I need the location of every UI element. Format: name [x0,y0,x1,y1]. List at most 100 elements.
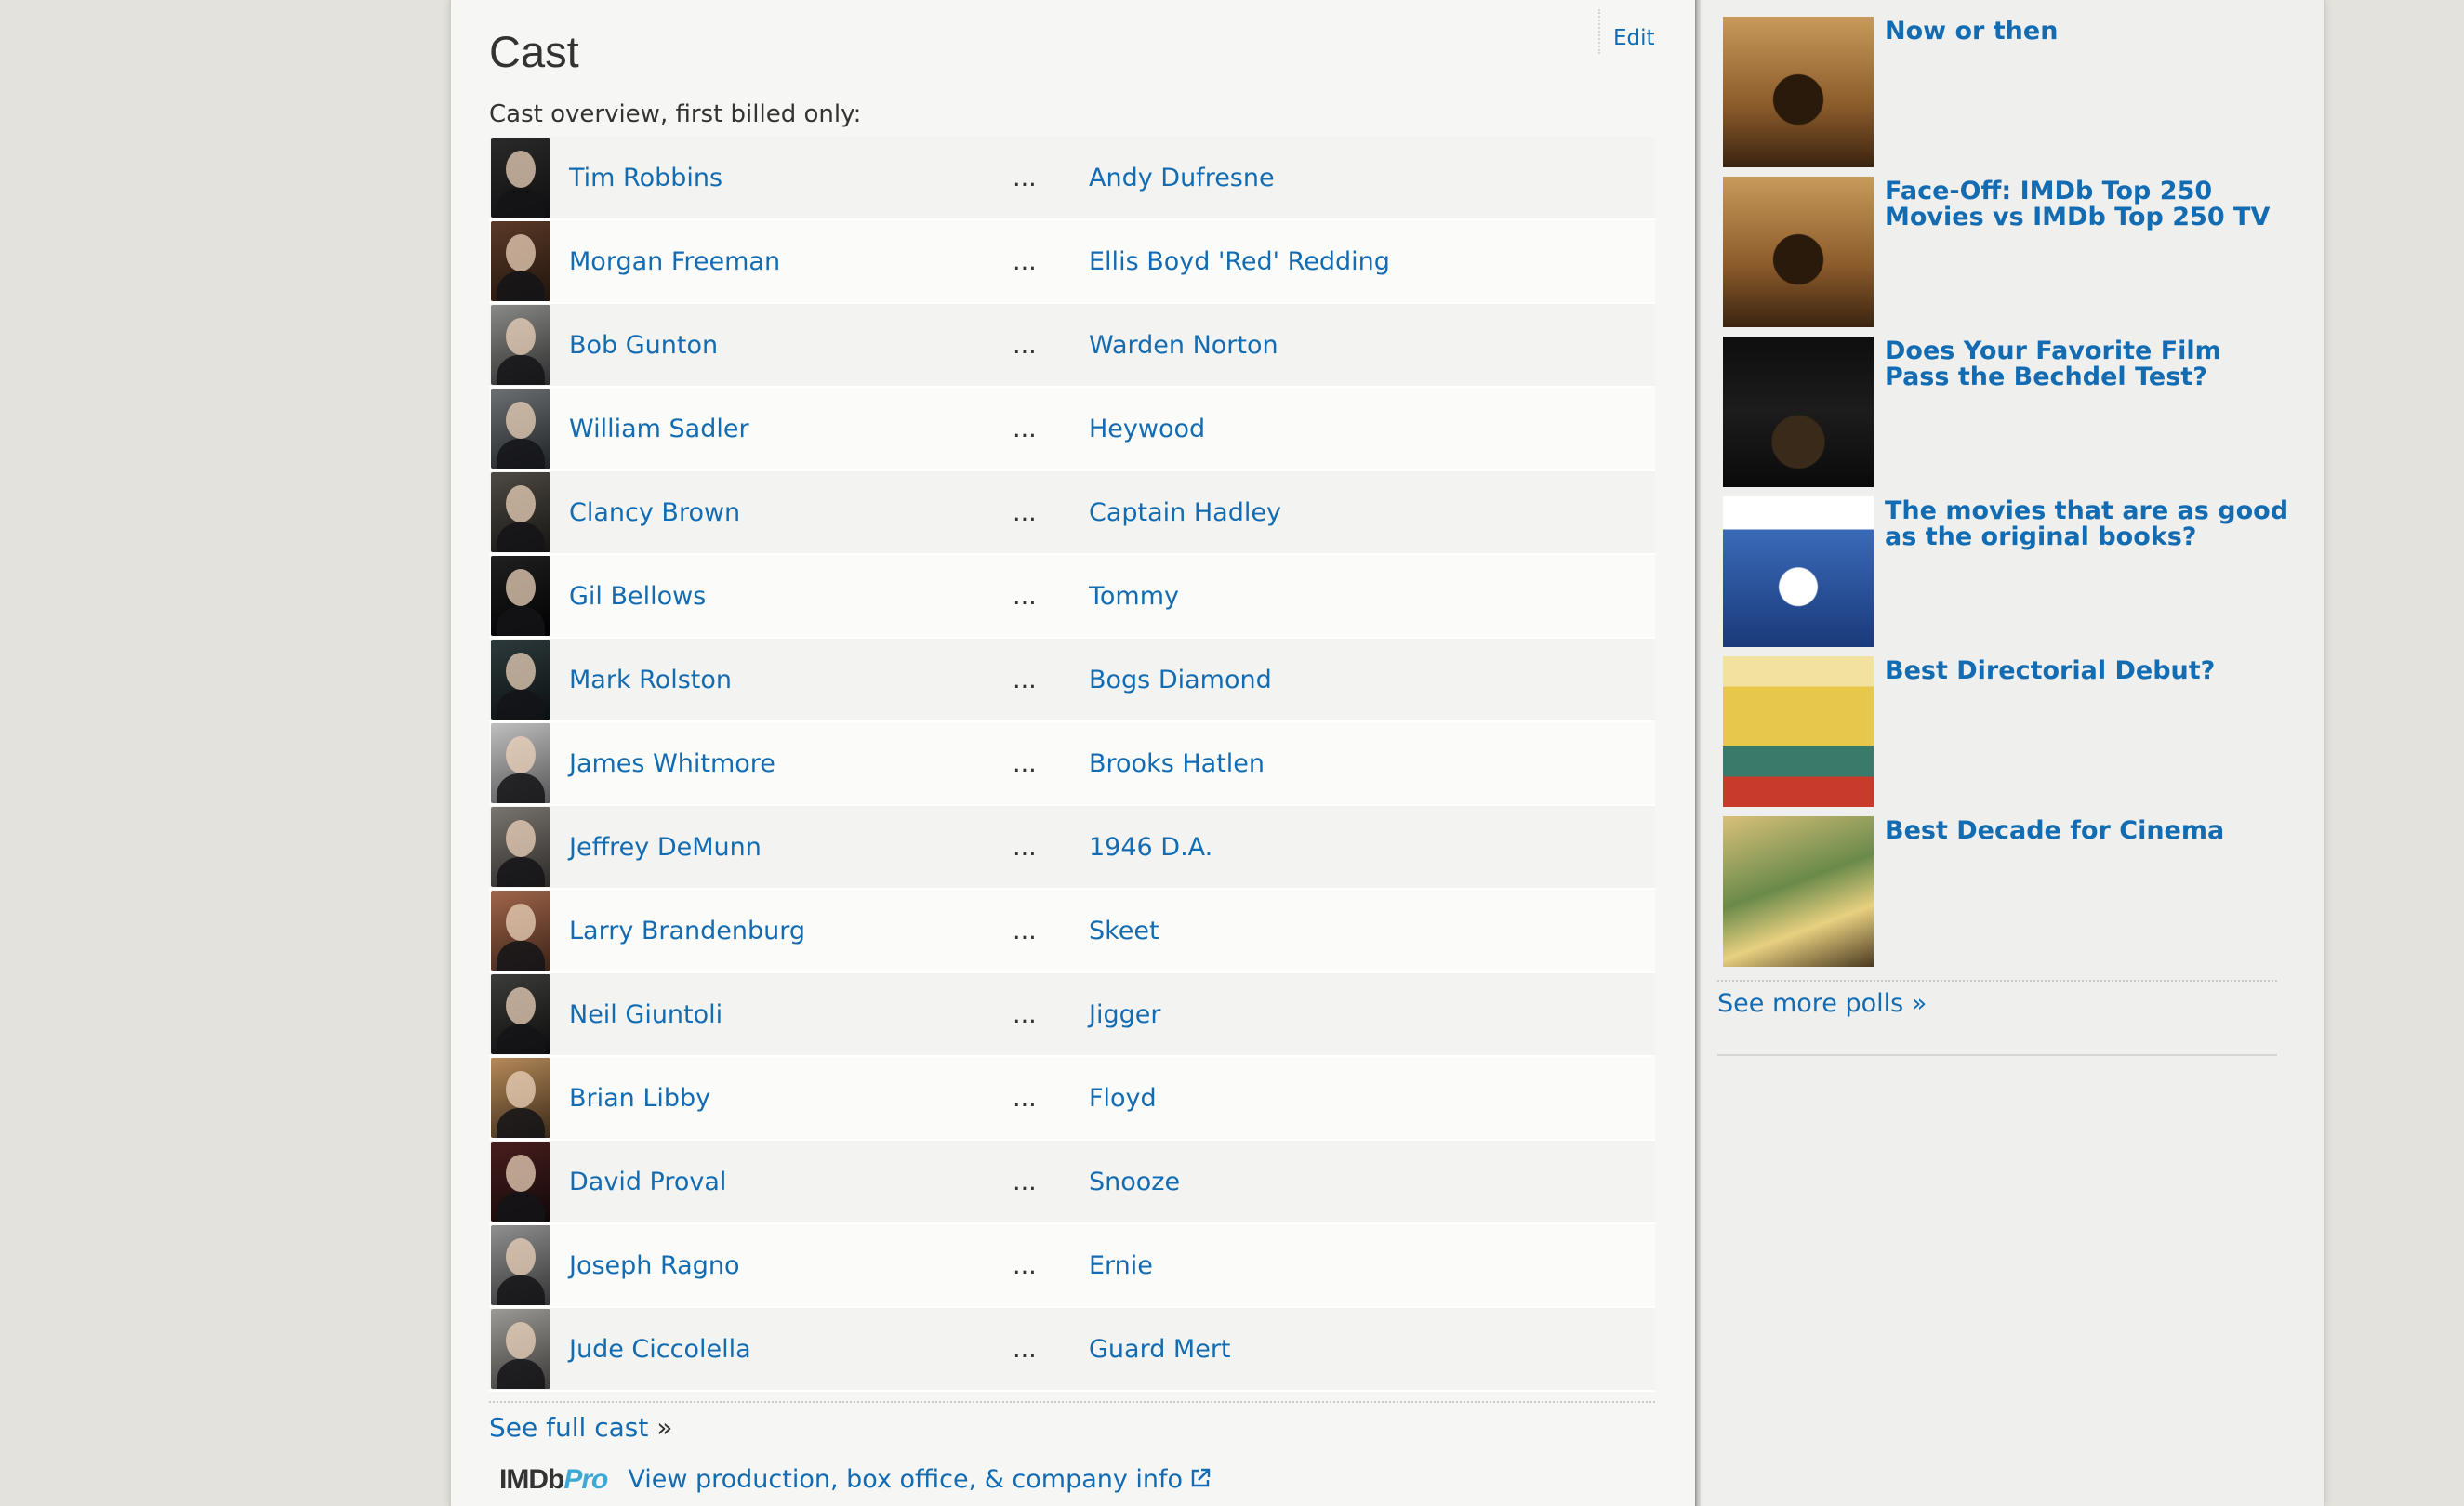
actor-name-link[interactable]: Morgan Freeman [569,247,780,276]
person-icon [506,234,536,271]
person-icon [506,1155,536,1192]
character-name-link[interactable]: Floyd [1089,1084,1157,1113]
actor-name-link[interactable]: Tim Robbins [569,164,722,192]
actor-photo[interactable] [491,723,550,803]
actor-name-link[interactable]: Larry Brandenburg [569,917,805,945]
cast-separator-text: ... [1013,1334,1037,1364]
cast-row: William Sadler... Heywood [489,388,1655,471]
actor-photo[interactable] [491,807,550,887]
actor-name-link[interactable]: Jude Ciccolella [569,1335,751,1364]
external-link-icon [1190,1466,1211,1495]
movie-poster-icon[interactable] [1723,337,1874,487]
person-icon [506,736,536,773]
cast-separator-text: ... [1013,832,1037,862]
person-icon [506,569,536,606]
actor-name-link[interactable]: Neil Giuntoli [569,1000,722,1029]
cast-separator-text: ... [1013,748,1037,778]
poll-item: Best Decade for Cinema [1723,816,2299,972]
movie-poster-icon[interactable] [1723,177,1874,327]
actor-photo[interactable] [491,138,550,218]
actor-photo[interactable] [491,1225,550,1305]
cast-row: James Whitmore... Brooks Hatlen [489,722,1655,806]
cast-subtitle: Cast overview, first billed only: [489,100,862,128]
cast-separator-text: ... [1013,1250,1037,1280]
poll-title-link[interactable]: Best Decade for Cinema [1885,818,2294,844]
sidebar-bottom-divider [1717,1054,2277,1056]
character-name-link[interactable]: Skeet [1089,917,1159,945]
actor-name-link[interactable]: Jeffrey DeMunn [569,833,762,862]
actor-photo[interactable] [491,305,550,385]
poll-title-link[interactable]: Now or then [1885,19,2294,45]
actor-photo[interactable] [491,1309,550,1389]
cast-row: Mark Rolston... Bogs Diamond [489,639,1655,722]
person-icon [506,318,536,355]
poll-title-link[interactable]: Does Your Favorite Film Pass the Bechdel… [1885,338,2294,390]
actor-name-link[interactable]: James Whitmore [569,749,775,778]
actor-photo[interactable] [491,640,550,720]
cast-row: Joseph Ragno... Ernie [489,1224,1655,1308]
character-name-link[interactable]: 1946 D.A. [1089,833,1212,862]
cast-row: Bob Gunton... Warden Norton [489,304,1655,388]
cast-heading: Cast [489,27,579,76]
edit-link[interactable]: Edit [1598,9,1655,54]
cast-separator-text: ... [1013,163,1037,192]
actor-name-link[interactable]: Clancy Brown [569,498,740,527]
actor-photo[interactable] [491,221,550,301]
actor-photo[interactable] [491,891,550,971]
imdbpro-link-label: View production, box office, & company i… [628,1465,1184,1494]
poll-item: The movies that are as good as the origi… [1723,496,2299,653]
person-icon [506,402,536,439]
person-icon [506,1322,536,1359]
character-name-link[interactable]: Snooze [1089,1168,1180,1196]
cast-separator-text: ... [1013,1083,1037,1113]
character-name-link[interactable]: Jigger [1089,1000,1160,1029]
actor-name-link[interactable]: Bob Gunton [569,331,718,360]
see-full-cast: See full cast » [489,1412,672,1443]
cast-row: Neil Giuntoli... Jigger [489,973,1655,1057]
cast-row: Jeffrey DeMunn... 1946 D.A. [489,806,1655,890]
actor-name-link[interactable]: David Proval [569,1168,726,1196]
poll-title-link[interactable]: The movies that are as good as the origi… [1885,498,2294,550]
character-name-link[interactable]: Brooks Hatlen [1089,749,1265,778]
cast-separator-text: ... [1013,1167,1037,1196]
actor-photo[interactable] [491,974,550,1054]
person-icon [506,820,536,857]
cast-separator-text: ... [1013,497,1037,527]
character-name-link[interactable]: Captain Hadley [1089,498,1281,527]
actor-photo[interactable] [491,1142,550,1222]
actor-name-link[interactable]: Joseph Ragno [569,1251,739,1280]
movie-poster-icon[interactable] [1723,17,1874,167]
character-name-link[interactable]: Bogs Diamond [1089,666,1272,694]
poll-title-link[interactable]: Best Directorial Debut? [1885,658,2294,684]
actor-name-link[interactable]: Mark Rolston [569,666,732,694]
character-name-link[interactable]: Guard Mert [1089,1335,1231,1364]
character-name-link[interactable]: Andy Dufresne [1089,164,1275,192]
poll-item: Now or then [1723,17,2299,173]
character-name-link[interactable]: Tommy [1089,582,1179,611]
actor-photo[interactable] [491,1058,550,1138]
polls-divider [1717,980,2277,982]
poll-title-link[interactable]: Face-Off: IMDb Top 250 Movies vs IMDb To… [1885,178,2294,231]
cast-separator-text: ... [1013,330,1037,360]
see-more-polls-link[interactable]: See more polls » [1717,989,1927,1018]
actor-name-link[interactable]: Brian Libby [569,1084,710,1113]
character-name-link[interactable]: Warden Norton [1089,331,1278,360]
poll-item: Does Your Favorite Film Pass the Bechdel… [1723,337,2299,493]
movie-poster-icon[interactable] [1723,656,1874,807]
character-name-link[interactable]: Ernie [1089,1251,1153,1280]
movie-poster-icon[interactable] [1723,496,1874,647]
imdbpro-link[interactable]: View production, box office, & company i… [628,1465,1211,1495]
actor-photo[interactable] [491,389,550,469]
actor-photo[interactable] [491,472,550,552]
actor-name-link[interactable]: William Sadler [569,415,749,443]
page-container: Cast Edit Cast overview, first billed on… [449,0,2325,1506]
character-name-link[interactable]: Ellis Boyd 'Red' Redding [1089,247,1390,276]
imdbpro-logo: IMDbPro [499,1464,608,1495]
character-name-link[interactable]: Heywood [1089,415,1205,443]
cast-row: Clancy Brown... Captain Hadley [489,471,1655,555]
actor-name-link[interactable]: Gil Bellows [569,582,706,611]
actor-photo[interactable] [491,556,550,636]
see-full-cast-link[interactable]: See full cast [489,1412,648,1443]
movie-poster-icon[interactable] [1723,816,1874,967]
person-icon [506,1071,536,1108]
